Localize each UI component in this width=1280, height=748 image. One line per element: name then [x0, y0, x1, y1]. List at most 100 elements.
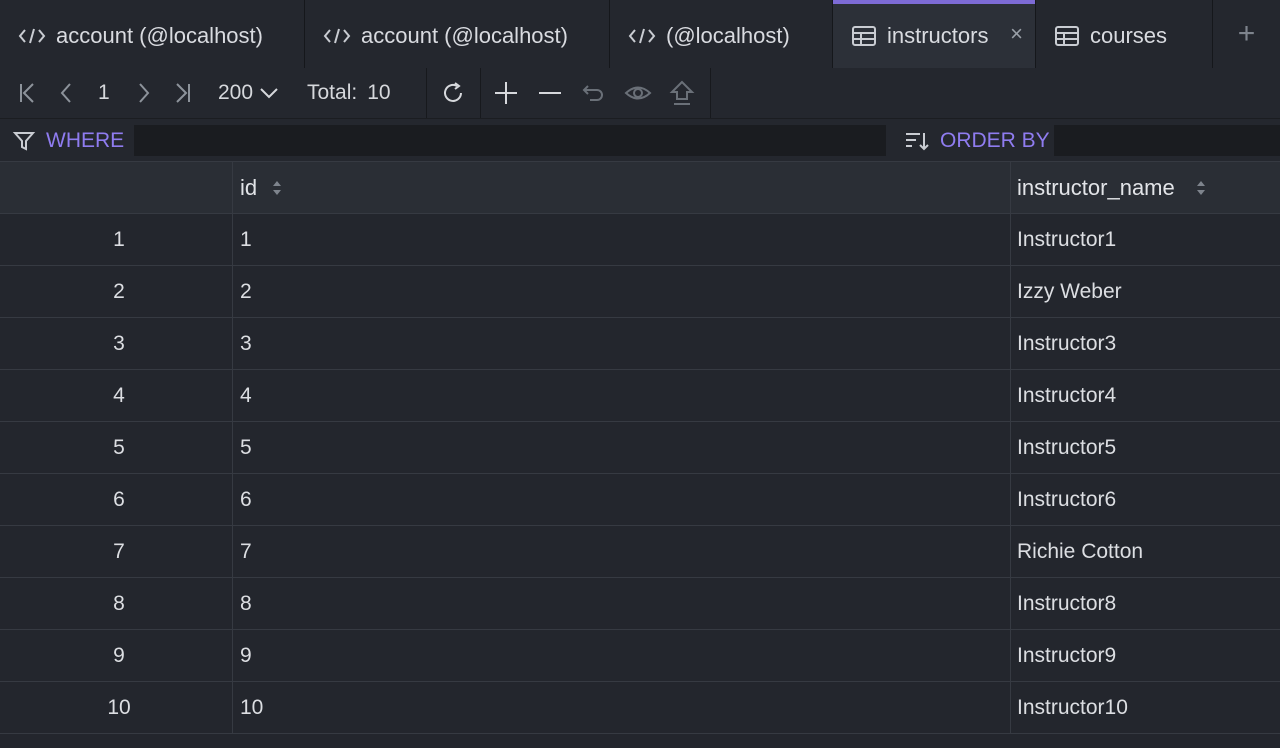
- table-icon: [851, 25, 877, 47]
- id-cell[interactable]: 3: [233, 318, 1011, 369]
- page-number[interactable]: 1: [98, 68, 110, 118]
- undo-button[interactable]: [578, 68, 610, 118]
- column-header-label: instructor_name: [1017, 174, 1175, 200]
- first-page-button[interactable]: [12, 68, 42, 118]
- page-size-select[interactable]: 200: [218, 68, 280, 118]
- instructor-name-cell[interactable]: Instructor8: [1011, 578, 1280, 629]
- chevron-right-icon: [139, 83, 150, 103]
- divider: [480, 68, 481, 118]
- table-row[interactable]: 1 1 Instructor1: [0, 214, 1280, 266]
- sort-icon: [906, 132, 929, 150]
- row-number[interactable]: 3: [0, 318, 233, 369]
- instructor-name-cell[interactable]: Instructor9: [1011, 630, 1280, 681]
- table-row[interactable]: 2 2 Izzy Weber: [0, 266, 1280, 318]
- id-cell[interactable]: 2: [233, 266, 1011, 317]
- id-cell[interactable]: 5: [233, 422, 1011, 473]
- submit-button[interactable]: [666, 68, 698, 118]
- id-cell[interactable]: 6: [233, 474, 1011, 525]
- undo-icon: [582, 85, 603, 101]
- tab-account-2[interactable]: account (@localhost): [305, 0, 610, 68]
- tab-instructors[interactable]: instructors ×: [833, 0, 1036, 68]
- last-page-button[interactable]: [168, 68, 198, 118]
- row-number[interactable]: 5: [0, 422, 233, 473]
- row-number[interactable]: 10: [0, 682, 233, 733]
- total-value: 10: [367, 81, 391, 104]
- sort-icon[interactable]: [271, 178, 283, 198]
- plus-icon: +: [1237, 17, 1256, 50]
- id-cell[interactable]: 10: [233, 682, 1011, 733]
- table-row[interactable]: 8 8 Instructor8: [0, 578, 1280, 630]
- upload-icon: [669, 80, 695, 105]
- tab-courses[interactable]: courses: [1036, 0, 1213, 68]
- id-cell[interactable]: 7: [233, 526, 1011, 577]
- instructor-name-cell[interactable]: Instructor5: [1011, 422, 1280, 473]
- order-by-text: ORDER BY: [940, 128, 1050, 152]
- toolbar: 1 200 Total: 10: [0, 68, 1280, 118]
- filter-bar: WHERE ORDER BY: [0, 118, 1280, 162]
- row-number-header[interactable]: [0, 162, 233, 213]
- table-row[interactable]: 9 9 Instructor9: [0, 630, 1280, 682]
- table-row[interactable]: 3 3 Instructor3: [0, 318, 1280, 370]
- instructor-name-cell[interactable]: Instructor3: [1011, 318, 1280, 369]
- instructor-name-cell[interactable]: Izzy Weber: [1011, 266, 1280, 317]
- table-row[interactable]: 4 4 Instructor4: [0, 370, 1280, 422]
- delete-row-button[interactable]: [534, 68, 566, 118]
- first-page-icon: [20, 83, 34, 103]
- id-cell[interactable]: 8: [233, 578, 1011, 629]
- order-by-input[interactable]: [1054, 125, 1280, 156]
- order-by-label: ORDER BY: [904, 119, 1050, 162]
- sort-icon[interactable]: [1195, 178, 1207, 198]
- instructor-name-cell[interactable]: Instructor1: [1011, 214, 1280, 265]
- row-number[interactable]: 7: [0, 526, 233, 577]
- tab-label: instructors: [887, 23, 989, 48]
- page-size-value: 200: [218, 81, 254, 104]
- id-cell[interactable]: 4: [233, 370, 1011, 421]
- total-count: Total: 10: [307, 68, 391, 118]
- total-label: Total:: [307, 81, 358, 104]
- row-number[interactable]: 9: [0, 630, 233, 681]
- code-icon: [628, 26, 656, 46]
- last-page-icon: [176, 83, 190, 103]
- table-header: id instructor_name: [0, 161, 1280, 214]
- refresh-button[interactable]: [436, 68, 470, 118]
- row-number[interactable]: 2: [0, 266, 233, 317]
- tab-localhost[interactable]: (@localhost): [610, 0, 833, 68]
- tab-label: (@localhost): [666, 23, 790, 48]
- next-page-button[interactable]: [130, 68, 158, 118]
- chevron-down-icon: [260, 88, 278, 99]
- row-number[interactable]: 8: [0, 578, 233, 629]
- divider: [426, 68, 427, 118]
- column-header-id[interactable]: id: [233, 162, 1011, 213]
- add-tab-button[interactable]: +: [1213, 0, 1280, 68]
- column-header-instructor-name[interactable]: instructor_name: [1011, 162, 1280, 213]
- table-row[interactable]: 7 7 Richie Cotton: [0, 526, 1280, 578]
- row-number[interactable]: 4: [0, 370, 233, 421]
- code-icon: [18, 26, 46, 46]
- id-cell[interactable]: 9: [233, 630, 1011, 681]
- close-icon[interactable]: ×: [1010, 21, 1023, 47]
- filter-icon: [12, 131, 36, 151]
- row-number[interactable]: 6: [0, 474, 233, 525]
- divider: [710, 68, 711, 118]
- add-row-button[interactable]: [490, 68, 522, 118]
- instructor-name-cell[interactable]: Instructor6: [1011, 474, 1280, 525]
- data-grid: id instructor_name 1 1 Instructor1 2 2 I…: [0, 161, 1280, 734]
- table-icon: [1054, 25, 1080, 47]
- table-row[interactable]: 10 10 Instructor10: [0, 682, 1280, 734]
- where-input[interactable]: [134, 125, 886, 156]
- prev-page-button[interactable]: [52, 68, 80, 118]
- instructor-name-cell[interactable]: Instructor10: [1011, 682, 1280, 733]
- id-cell[interactable]: 1: [233, 214, 1011, 265]
- where-label: WHERE: [12, 119, 124, 162]
- tab-account-1[interactable]: account (@localhost): [0, 0, 305, 68]
- preview-button[interactable]: [622, 68, 654, 118]
- instructor-name-cell[interactable]: Instructor4: [1011, 370, 1280, 421]
- tab-label: account (@localhost): [56, 23, 263, 48]
- tab-bar: account (@localhost) account (@localhost…: [0, 0, 1280, 69]
- code-icon: [323, 26, 351, 46]
- instructor-name-cell[interactable]: Richie Cotton: [1011, 526, 1280, 577]
- table-row[interactable]: 5 5 Instructor5: [0, 422, 1280, 474]
- table-row[interactable]: 6 6 Instructor6: [0, 474, 1280, 526]
- row-number[interactable]: 1: [0, 214, 233, 265]
- tab-label: account (@localhost): [361, 23, 568, 48]
